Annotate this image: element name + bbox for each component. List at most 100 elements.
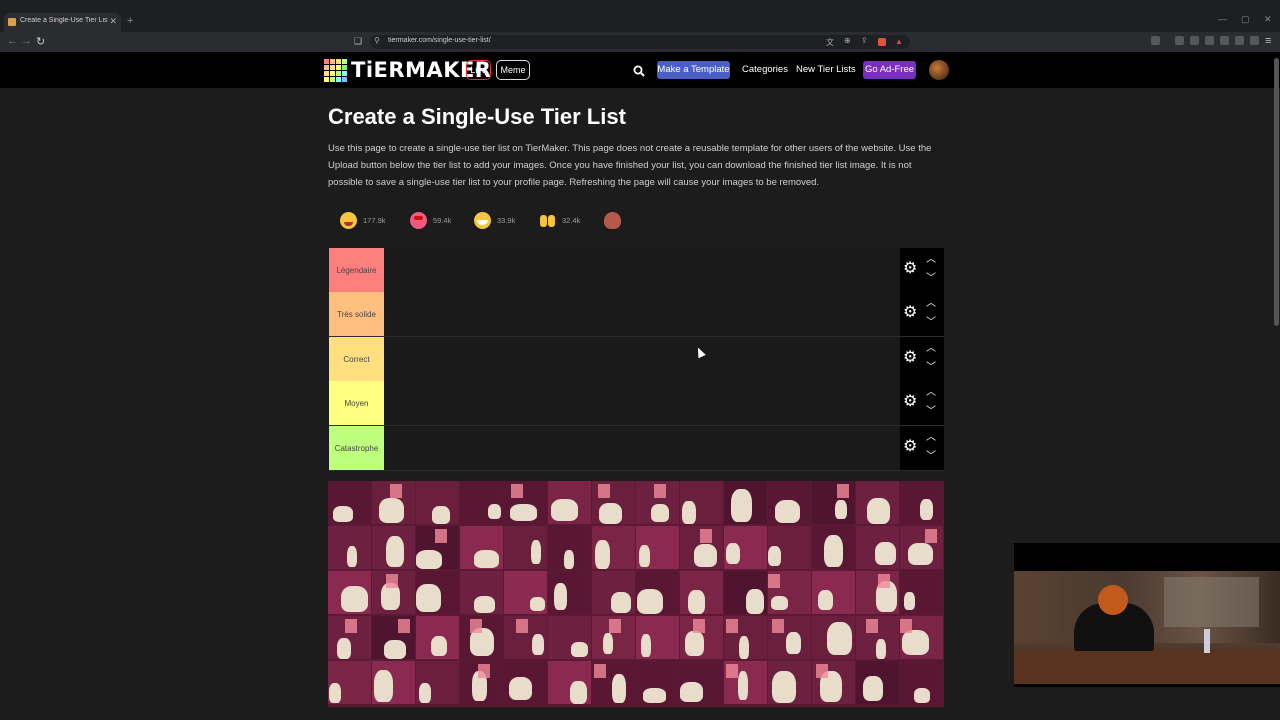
pool-image-thumbnail[interactable] xyxy=(460,571,503,614)
pool-image-thumbnail[interactable] xyxy=(812,616,855,659)
pool-image-thumbnail[interactable] xyxy=(592,526,635,569)
pool-image-thumbnail[interactable] xyxy=(328,571,371,614)
pool-image-thumbnail[interactable] xyxy=(548,616,591,659)
pool-image-thumbnail[interactable] xyxy=(416,481,459,524)
pool-image-thumbnail[interactable] xyxy=(636,616,679,659)
pool-image-thumbnail[interactable] xyxy=(504,481,547,524)
gear-icon[interactable]: ⚙ xyxy=(903,261,917,277)
reaction-raised-hands[interactable]: 32.4k xyxy=(539,208,580,233)
sidebar-icon[interactable] xyxy=(1151,36,1160,45)
go-ad-free-button[interactable]: Go Ad-Free xyxy=(863,61,916,79)
meme-button[interactable]: Meme xyxy=(496,60,530,80)
pool-image-thumbnail[interactable] xyxy=(636,571,679,614)
pool-image-thumbnail[interactable] xyxy=(460,661,503,704)
pool-image-thumbnail[interactable] xyxy=(812,526,855,569)
pool-image-thumbnail[interactable] xyxy=(900,481,943,524)
chevron-down-icon[interactable]: ﹀ xyxy=(926,407,936,417)
reaction-grinning[interactable]: 177.9k xyxy=(340,208,386,233)
media-icon[interactable] xyxy=(1190,36,1199,45)
pool-image-thumbnail[interactable] xyxy=(548,526,591,569)
pool-image-thumbnail[interactable] xyxy=(856,571,899,614)
vpn-icon[interactable] xyxy=(1250,36,1259,45)
gear-icon[interactable]: ⚙ xyxy=(903,350,917,366)
pool-image-thumbnail[interactable] xyxy=(900,571,943,614)
pool-image-thumbnail[interactable] xyxy=(856,526,899,569)
pool-image-thumbnail[interactable] xyxy=(416,571,459,614)
pool-image-thumbnail[interactable] xyxy=(856,661,899,704)
download-icon[interactable] xyxy=(1175,36,1184,45)
pool-image-thumbnail[interactable] xyxy=(548,661,591,704)
pool-image-thumbnail[interactable] xyxy=(636,526,679,569)
pool-image-thumbnail[interactable] xyxy=(768,481,811,524)
url-field[interactable]: ⚲ tiermaker.com/single-use-tier-list/ 文 … xyxy=(370,35,910,49)
pool-image-thumbnail[interactable] xyxy=(724,616,767,659)
browser-tab[interactable]: Create a Single-Use Tier List (Fo... ✕ xyxy=(4,13,121,32)
pool-image-thumbnail[interactable] xyxy=(724,661,767,704)
tier-label[interactable]: Correct xyxy=(329,337,384,381)
chevron-down-icon[interactable]: ﹀ xyxy=(926,452,936,462)
pool-image-thumbnail[interactable] xyxy=(372,616,415,659)
maximize-icon[interactable]: ▢ xyxy=(1241,14,1250,25)
reaction-poop[interactable] xyxy=(604,208,627,233)
scrollbar-thumb[interactable] xyxy=(1274,58,1279,326)
tier-drop-zone[interactable] xyxy=(384,337,900,381)
live-button[interactable]: Live xyxy=(466,60,491,80)
tier-label[interactable]: Moyen xyxy=(329,381,384,425)
forward-icon[interactable]: → xyxy=(21,35,32,47)
alert-extension-icon[interactable]: ▲ xyxy=(895,37,903,46)
gear-icon[interactable]: ⚙ xyxy=(903,439,917,455)
pool-image-thumbnail[interactable] xyxy=(460,526,503,569)
tier-drop-zone[interactable] xyxy=(384,292,900,336)
pool-image-thumbnail[interactable] xyxy=(328,616,371,659)
pool-image-thumbnail[interactable] xyxy=(416,661,459,704)
tier-label[interactable]: Légendaire xyxy=(329,248,384,292)
pool-image-thumbnail[interactable] xyxy=(812,661,855,704)
gear-icon[interactable]: ⚙ xyxy=(903,305,917,321)
pool-image-thumbnail[interactable] xyxy=(504,661,547,704)
pool-image-thumbnail[interactable] xyxy=(416,616,459,659)
tier-label[interactable]: Très solide xyxy=(329,292,384,336)
pool-image-thumbnail[interactable] xyxy=(328,481,371,524)
pool-image-thumbnail[interactable] xyxy=(416,526,459,569)
pool-image-thumbnail[interactable] xyxy=(768,616,811,659)
pool-image-thumbnail[interactable] xyxy=(460,616,503,659)
search-icon[interactable] xyxy=(633,64,645,82)
minimize-icon[interactable]: — xyxy=(1218,14,1227,24)
chevron-down-icon[interactable]: ﹀ xyxy=(926,274,936,284)
pool-image-thumbnail[interactable] xyxy=(900,526,943,569)
chevron-down-icon[interactable]: ﹀ xyxy=(926,318,936,328)
pool-image-thumbnail[interactable] xyxy=(680,481,723,524)
chevron-up-icon[interactable]: ︿ xyxy=(926,344,936,354)
pool-image-thumbnail[interactable] xyxy=(900,616,943,659)
pool-image-thumbnail[interactable] xyxy=(812,571,855,614)
pool-image-thumbnail[interactable] xyxy=(724,526,767,569)
pool-image-thumbnail[interactable] xyxy=(680,571,723,614)
menu-icon[interactable]: ≡ xyxy=(1265,35,1271,47)
pool-image-thumbnail[interactable] xyxy=(372,661,415,704)
tier-label[interactable]: Catastrophe xyxy=(329,426,384,470)
zoom-icon[interactable]: ⊕ xyxy=(844,36,851,45)
pool-image-thumbnail[interactable] xyxy=(504,616,547,659)
pool-image-thumbnail[interactable] xyxy=(900,661,943,704)
pool-image-thumbnail[interactable] xyxy=(856,481,899,524)
pool-image-thumbnail[interactable] xyxy=(680,661,723,704)
categories-link[interactable]: Categories xyxy=(742,64,788,75)
pool-image-thumbnail[interactable] xyxy=(768,526,811,569)
reaction-laughing[interactable]: 33.9k xyxy=(474,208,515,233)
pool-image-thumbnail[interactable] xyxy=(592,481,635,524)
shield-extension-icon[interactable] xyxy=(878,38,886,46)
pool-image-thumbnail[interactable] xyxy=(504,526,547,569)
pool-image-thumbnail[interactable] xyxy=(372,526,415,569)
pool-image-thumbnail[interactable] xyxy=(328,661,371,704)
reaction-heart-eyes[interactable]: 59.4k xyxy=(410,208,451,233)
pool-image-thumbnail[interactable] xyxy=(460,481,503,524)
pool-image-thumbnail[interactable] xyxy=(504,571,547,614)
pool-image-thumbnail[interactable] xyxy=(680,526,723,569)
pool-image-thumbnail[interactable] xyxy=(724,571,767,614)
chevron-up-icon[interactable]: ︿ xyxy=(926,433,936,443)
pool-image-thumbnail[interactable] xyxy=(636,661,679,704)
pool-image-thumbnail[interactable] xyxy=(724,481,767,524)
share-icon[interactable]: ⇪ xyxy=(861,36,868,45)
translate-icon[interactable]: 文 xyxy=(826,37,834,48)
avatar[interactable] xyxy=(929,60,949,80)
